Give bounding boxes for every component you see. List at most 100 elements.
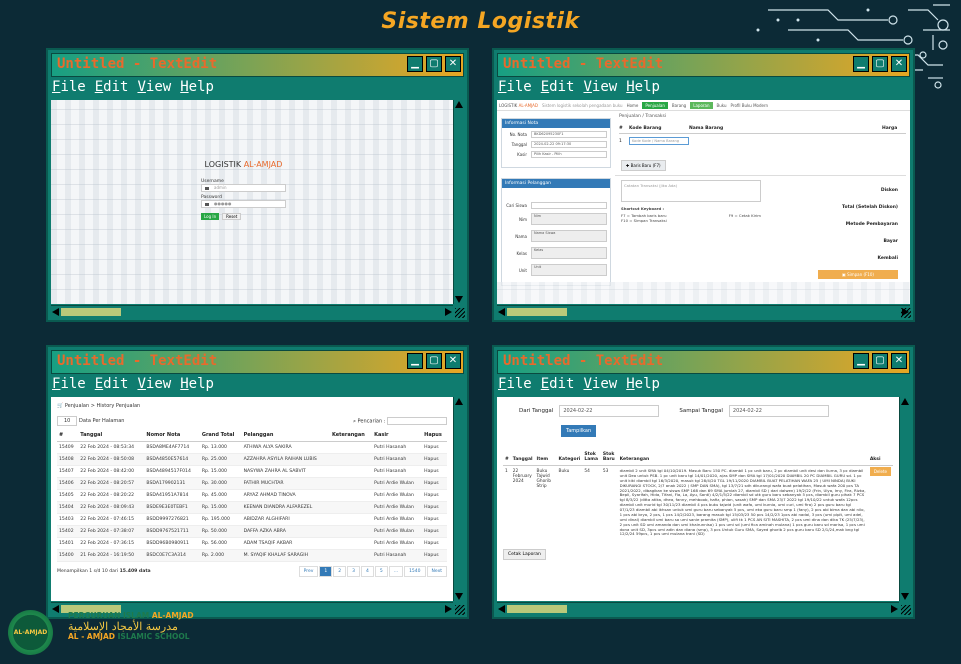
menu-help[interactable]: Help xyxy=(180,376,214,392)
window-title-bar[interactable]: Untitled - TextEdit ▁ ▢ ✕ xyxy=(51,350,464,374)
menu-edit[interactable]: Edit xyxy=(541,79,575,95)
resize-grip[interactable] xyxy=(455,605,465,615)
nav-buku[interactable]: Buku xyxy=(717,103,727,108)
menu-help[interactable]: Help xyxy=(626,376,660,392)
close-button[interactable]: ✕ xyxy=(445,353,461,369)
unit-input[interactable]: Unit xyxy=(531,264,607,276)
horizontal-scrollbar[interactable] xyxy=(497,305,910,317)
col-header[interactable]: # xyxy=(57,429,79,442)
menu-view[interactable]: View xyxy=(137,376,171,392)
resize-grip[interactable] xyxy=(901,308,911,318)
delete-link[interactable]: Hapus xyxy=(422,537,447,550)
page-link[interactable]: 1 xyxy=(319,566,333,577)
page-link[interactable]: Prev xyxy=(298,566,319,577)
menu-view[interactable]: View xyxy=(583,376,617,392)
minimize-button[interactable]: ▁ xyxy=(853,353,869,369)
kelas-input[interactable]: Kelas xyxy=(531,247,607,259)
delete-link[interactable]: Hapus xyxy=(422,465,447,478)
simpan-button[interactable]: ▣ Simpan (F10) xyxy=(818,270,898,279)
col-header[interactable]: Grand Total xyxy=(199,429,242,442)
col-header[interactable]: Keterangan xyxy=(329,429,373,442)
delete-link[interactable]: Hapus xyxy=(422,549,447,562)
delete-link[interactable]: Hapus xyxy=(422,525,447,538)
add-row-button[interactable]: ✚ Baris Baru (F7) xyxy=(621,160,666,171)
search-input[interactable] xyxy=(387,417,447,425)
scroll-thumb[interactable] xyxy=(507,308,567,316)
menu-file[interactable]: File xyxy=(52,376,86,392)
delete-link[interactable]: Hapus xyxy=(422,513,447,526)
cell-nota[interactable]: BSDD96B0980911 xyxy=(144,537,200,550)
cari-siswa-input[interactable] xyxy=(531,202,607,209)
menu-help[interactable]: Help xyxy=(180,79,214,95)
nama-input[interactable]: Nama Siswa xyxy=(531,230,607,242)
maximize-button[interactable]: ▢ xyxy=(872,353,888,369)
resize-grip[interactable] xyxy=(455,308,465,318)
horizontal-scrollbar[interactable] xyxy=(497,602,899,614)
page-link[interactable]: 3 xyxy=(347,566,361,577)
cell-nota[interactable]: BSDA179902131 xyxy=(144,477,200,490)
vertical-scrollbar[interactable] xyxy=(899,397,910,601)
page-link[interactable]: 2 xyxy=(333,566,347,577)
window-title-bar[interactable]: Untitled - TextEdit ▁ ▢ ✕ xyxy=(497,350,910,374)
col-header[interactable]: Kasir xyxy=(372,429,423,442)
nav-home[interactable]: Home xyxy=(627,103,639,108)
delete-button[interactable]: Delete xyxy=(869,467,891,476)
nim-input[interactable]: Nim xyxy=(531,213,607,225)
vertical-scrollbar[interactable] xyxy=(453,100,464,304)
menu-view[interactable]: View xyxy=(583,79,617,95)
vertical-scrollbar[interactable] xyxy=(453,397,464,601)
page-link[interactable]: 4 xyxy=(361,566,374,577)
scroll-thumb[interactable] xyxy=(61,308,121,316)
catatan-textarea[interactable]: Catatan Transaksi (Jika Ada) xyxy=(621,180,761,202)
page-link[interactable]: 5 xyxy=(374,566,388,577)
sampai-input[interactable]: 2024-02-22 xyxy=(728,405,829,417)
delete-link[interactable]: Hapus xyxy=(422,453,447,466)
menu-view[interactable]: View xyxy=(137,79,171,95)
maximize-button[interactable]: ▢ xyxy=(426,353,442,369)
nav-laporan[interactable]: Laporan xyxy=(690,101,713,109)
nav-barang[interactable]: Barang xyxy=(672,103,686,108)
cell-nota[interactable]: BSDA4850E57614 xyxy=(144,453,200,466)
cell-nota[interactable]: BSDD9767521711 xyxy=(144,525,200,538)
window-title-bar[interactable]: Untitled - TextEdit ▁ ▢ ✕ xyxy=(497,53,910,77)
horizontal-scrollbar[interactable] xyxy=(51,305,453,317)
close-button[interactable]: ✕ xyxy=(891,56,907,72)
password-input[interactable]: ●●●●● xyxy=(201,200,286,208)
delete-link[interactable]: Hapus xyxy=(422,489,447,502)
reset-button[interactable]: Reset xyxy=(222,213,242,220)
kode-barang-input[interactable]: Kode Kode / Nama Barang xyxy=(629,137,689,145)
page-link[interactable]: 1540 xyxy=(404,566,426,577)
tampilkan-button[interactable]: Tampilkan xyxy=(561,425,597,437)
minimize-button[interactable]: ▁ xyxy=(853,56,869,72)
col-header[interactable]: Tanggal xyxy=(78,429,145,442)
username-input[interactable]: admin xyxy=(201,184,286,192)
cell-nota[interactable]: BSDA41951A7814 xyxy=(144,489,200,502)
page-link[interactable]: ... xyxy=(388,566,404,577)
menu-file[interactable]: File xyxy=(498,376,532,392)
resize-grip[interactable] xyxy=(901,605,911,615)
minimize-button[interactable]: ▁ xyxy=(407,353,423,369)
menu-edit[interactable]: Edit xyxy=(541,376,575,392)
no-nota-input[interactable]: BKD62095230F1 xyxy=(531,131,607,138)
cell-nota[interactable]: BSDA4894517F014 xyxy=(144,465,200,478)
cell-nota[interactable]: BSDA8ME4AF7714 xyxy=(144,441,200,454)
nav-profil[interactable]: Profil Buku Modern xyxy=(731,103,769,108)
maximize-button[interactable]: ▢ xyxy=(426,56,442,72)
tanggal-input[interactable]: 2024-02-22 09:17:30 xyxy=(531,141,607,148)
cell-nota[interactable]: BSDE9E3E0TEBF1 xyxy=(144,501,200,514)
menu-edit[interactable]: Edit xyxy=(95,376,129,392)
window-title-bar[interactable]: Untitled - TextEdit ▁ ▢ ✕ xyxy=(51,53,464,77)
menu-help[interactable]: Help xyxy=(626,79,660,95)
per-page-select[interactable]: 10 xyxy=(57,416,78,426)
close-button[interactable]: ✕ xyxy=(891,353,907,369)
delete-link[interactable]: Hapus xyxy=(422,441,447,454)
menu-edit[interactable]: Edit xyxy=(95,79,129,95)
cell-nota[interactable]: BSDD9997276821 xyxy=(144,513,200,526)
cell-nota[interactable]: BSDC0E7C3A314 xyxy=(144,549,200,562)
delete-link[interactable]: Hapus xyxy=(422,501,447,514)
login-button[interactable]: Log In xyxy=(201,213,220,220)
menu-file[interactable]: File xyxy=(52,79,86,95)
maximize-button[interactable]: ▢ xyxy=(872,56,888,72)
kasir-select[interactable]: Pilih Kasir - Pilih xyxy=(531,151,607,158)
minimize-button[interactable]: ▁ xyxy=(407,56,423,72)
